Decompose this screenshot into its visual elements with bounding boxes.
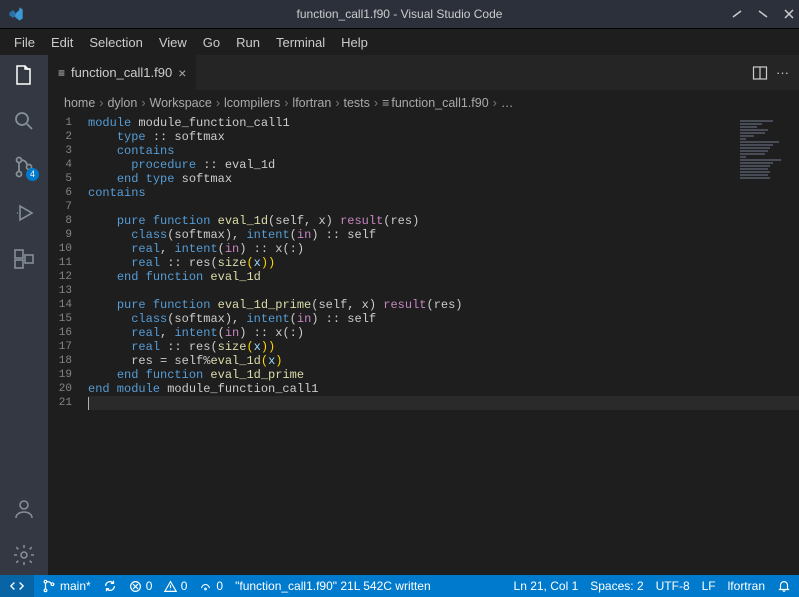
indentation[interactable]: Spaces: 2 [590, 579, 643, 593]
extensions-icon[interactable] [12, 247, 36, 271]
eol[interactable]: LF [702, 579, 716, 593]
line-gutter: 123456789101112131415161718192021 [48, 116, 88, 410]
menu-edit[interactable]: Edit [43, 31, 81, 54]
cursor-position[interactable]: Ln 21, Col 1 [514, 579, 579, 593]
chevron-right-icon: › [141, 96, 145, 110]
menu-go[interactable]: Go [195, 31, 228, 54]
chevron-right-icon: › [99, 96, 103, 110]
bc-file[interactable]: function_call1.f90 [391, 96, 488, 110]
chevron-right-icon: › [284, 96, 288, 110]
menu-bar: File Edit Selection View Go Run Terminal… [0, 29, 799, 55]
status-bar: main* 0 0 0 "function_call1.f90" 21L 542… [0, 575, 799, 597]
menu-selection[interactable]: Selection [81, 31, 150, 54]
editor-area[interactable]: 123456789101112131415161718192021 module… [48, 116, 799, 575]
debug-icon[interactable] [12, 201, 36, 225]
close-tab-icon[interactable]: × [178, 65, 186, 81]
bc-item[interactable]: dylon [107, 96, 137, 110]
problems[interactable]: 0 0 [129, 579, 188, 593]
title-bar: function_call1.f90 - Visual Studio Code [0, 0, 799, 29]
scm-badge: 4 [26, 168, 39, 181]
chevron-right-icon: › [216, 96, 220, 110]
tab-label: function_call1.f90 [71, 65, 172, 80]
bc-home[interactable]: home [64, 96, 95, 110]
language-mode[interactable]: lfortran [728, 579, 765, 593]
tab-file[interactable]: ≡ function_call1.f90 × [48, 55, 197, 90]
explorer-icon[interactable] [12, 63, 36, 87]
encoding[interactable]: UTF-8 [656, 579, 690, 593]
menu-view[interactable]: View [151, 31, 195, 54]
close-icon[interactable] [783, 8, 795, 20]
menu-run[interactable]: Run [228, 31, 268, 54]
menu-file[interactable]: File [6, 31, 43, 54]
account-icon[interactable] [12, 497, 36, 521]
gear-icon[interactable] [12, 543, 36, 567]
bc-item[interactable]: lfortran [292, 96, 331, 110]
split-editor-icon[interactable] [752, 65, 768, 81]
remote-icon[interactable] [0, 575, 34, 597]
ports[interactable]: 0 [199, 579, 223, 593]
chevron-right-icon: › [374, 96, 378, 110]
git-branch[interactable]: main* [42, 579, 91, 593]
breadcrumb[interactable]: home › dylon › Workspace › lcompilers › lfor… [48, 90, 799, 116]
bc-item[interactable]: tests [344, 96, 370, 110]
maximize-icon[interactable] [757, 8, 769, 20]
status-message: "function_call1.f90" 21L 542C written [235, 579, 431, 593]
text-cursor [88, 397, 89, 410]
bc-item[interactable]: Workspace [150, 96, 212, 110]
bc-more[interactable]: … [501, 96, 514, 110]
chevron-right-icon: › [335, 96, 339, 110]
activity-bar: 4 [0, 55, 48, 575]
window-title: function_call1.f90 - Visual Studio Code [297, 7, 503, 21]
code-lines[interactable]: module module_function_call1 type :: sof… [88, 116, 799, 410]
more-actions-icon[interactable]: ··· [776, 65, 789, 80]
git-sync-icon[interactable] [103, 579, 117, 593]
bc-item[interactable]: lcompilers [224, 96, 280, 110]
menu-terminal[interactable]: Terminal [268, 31, 333, 54]
tab-bar: ≡ function_call1.f90 × ··· [48, 55, 799, 90]
chevron-right-icon: › [493, 96, 497, 110]
minimize-icon[interactable] [731, 8, 743, 20]
bell-icon[interactable] [777, 579, 791, 593]
scm-icon[interactable]: 4 [12, 155, 36, 179]
vscode-logo-icon [8, 6, 24, 22]
menu-help[interactable]: Help [333, 31, 376, 54]
fortran-file-icon: ≡ [58, 66, 65, 80]
search-icon[interactable] [12, 109, 36, 133]
